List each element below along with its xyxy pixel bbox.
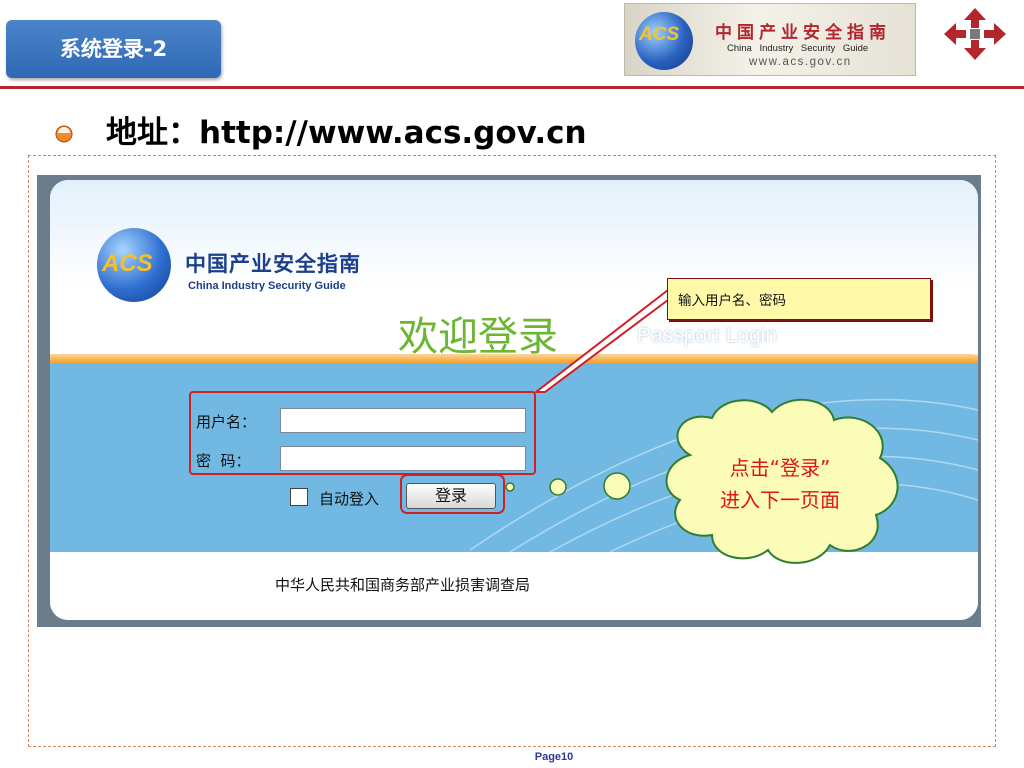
auto-login-label: 自动登入 [319,490,380,508]
acs-header-logo: ACS 中国产业安全指南 China Industry Security Gui… [624,3,916,76]
slide-title: 系统登录-2 [59,37,168,61]
cloud-line-2: 进入下一页面 [720,488,840,512]
bullet-icon [55,125,73,143]
acs-logo-text: ACS [639,24,680,45]
footer-organization: 中华人民共和国商务部产业损害调查局 [275,576,531,594]
slide-title-box: 系统登录-2 [6,20,221,78]
header-divider [0,86,1024,89]
emblem-icon [944,8,1006,60]
login-button-highlight [400,474,505,514]
callout-text: 输入用户名、密码 [678,293,786,309]
credentials-callout: 输入用户名、密码 [667,278,931,320]
header-logo-url: www.acs.gov.cn [749,56,852,68]
cloud-instruction: 点击“登录” 进入下一页面 [680,452,880,516]
cloud-line-1: 点击“登录” [729,456,831,480]
auto-login-checkbox[interactable] [290,488,308,506]
address-heading: 地址：http://www.acs.gov.cn [106,115,587,151]
inner-site-name-cn: 中国产业安全指南 [185,252,361,276]
inner-acs-logo: ACS [102,250,153,277]
passport-login-title: Passport Login [637,324,778,347]
inner-site-name-en: China Industry Security Guide [188,280,346,292]
header-logo-name-en: China Industry Security Guide [727,43,869,54]
credentials-highlight-box [189,391,536,475]
header-logo-name-cn: 中国产业安全指南 [715,23,891,43]
page-number: Page10 [534,751,574,763]
welcome-title: 欢迎登录 [398,314,558,360]
